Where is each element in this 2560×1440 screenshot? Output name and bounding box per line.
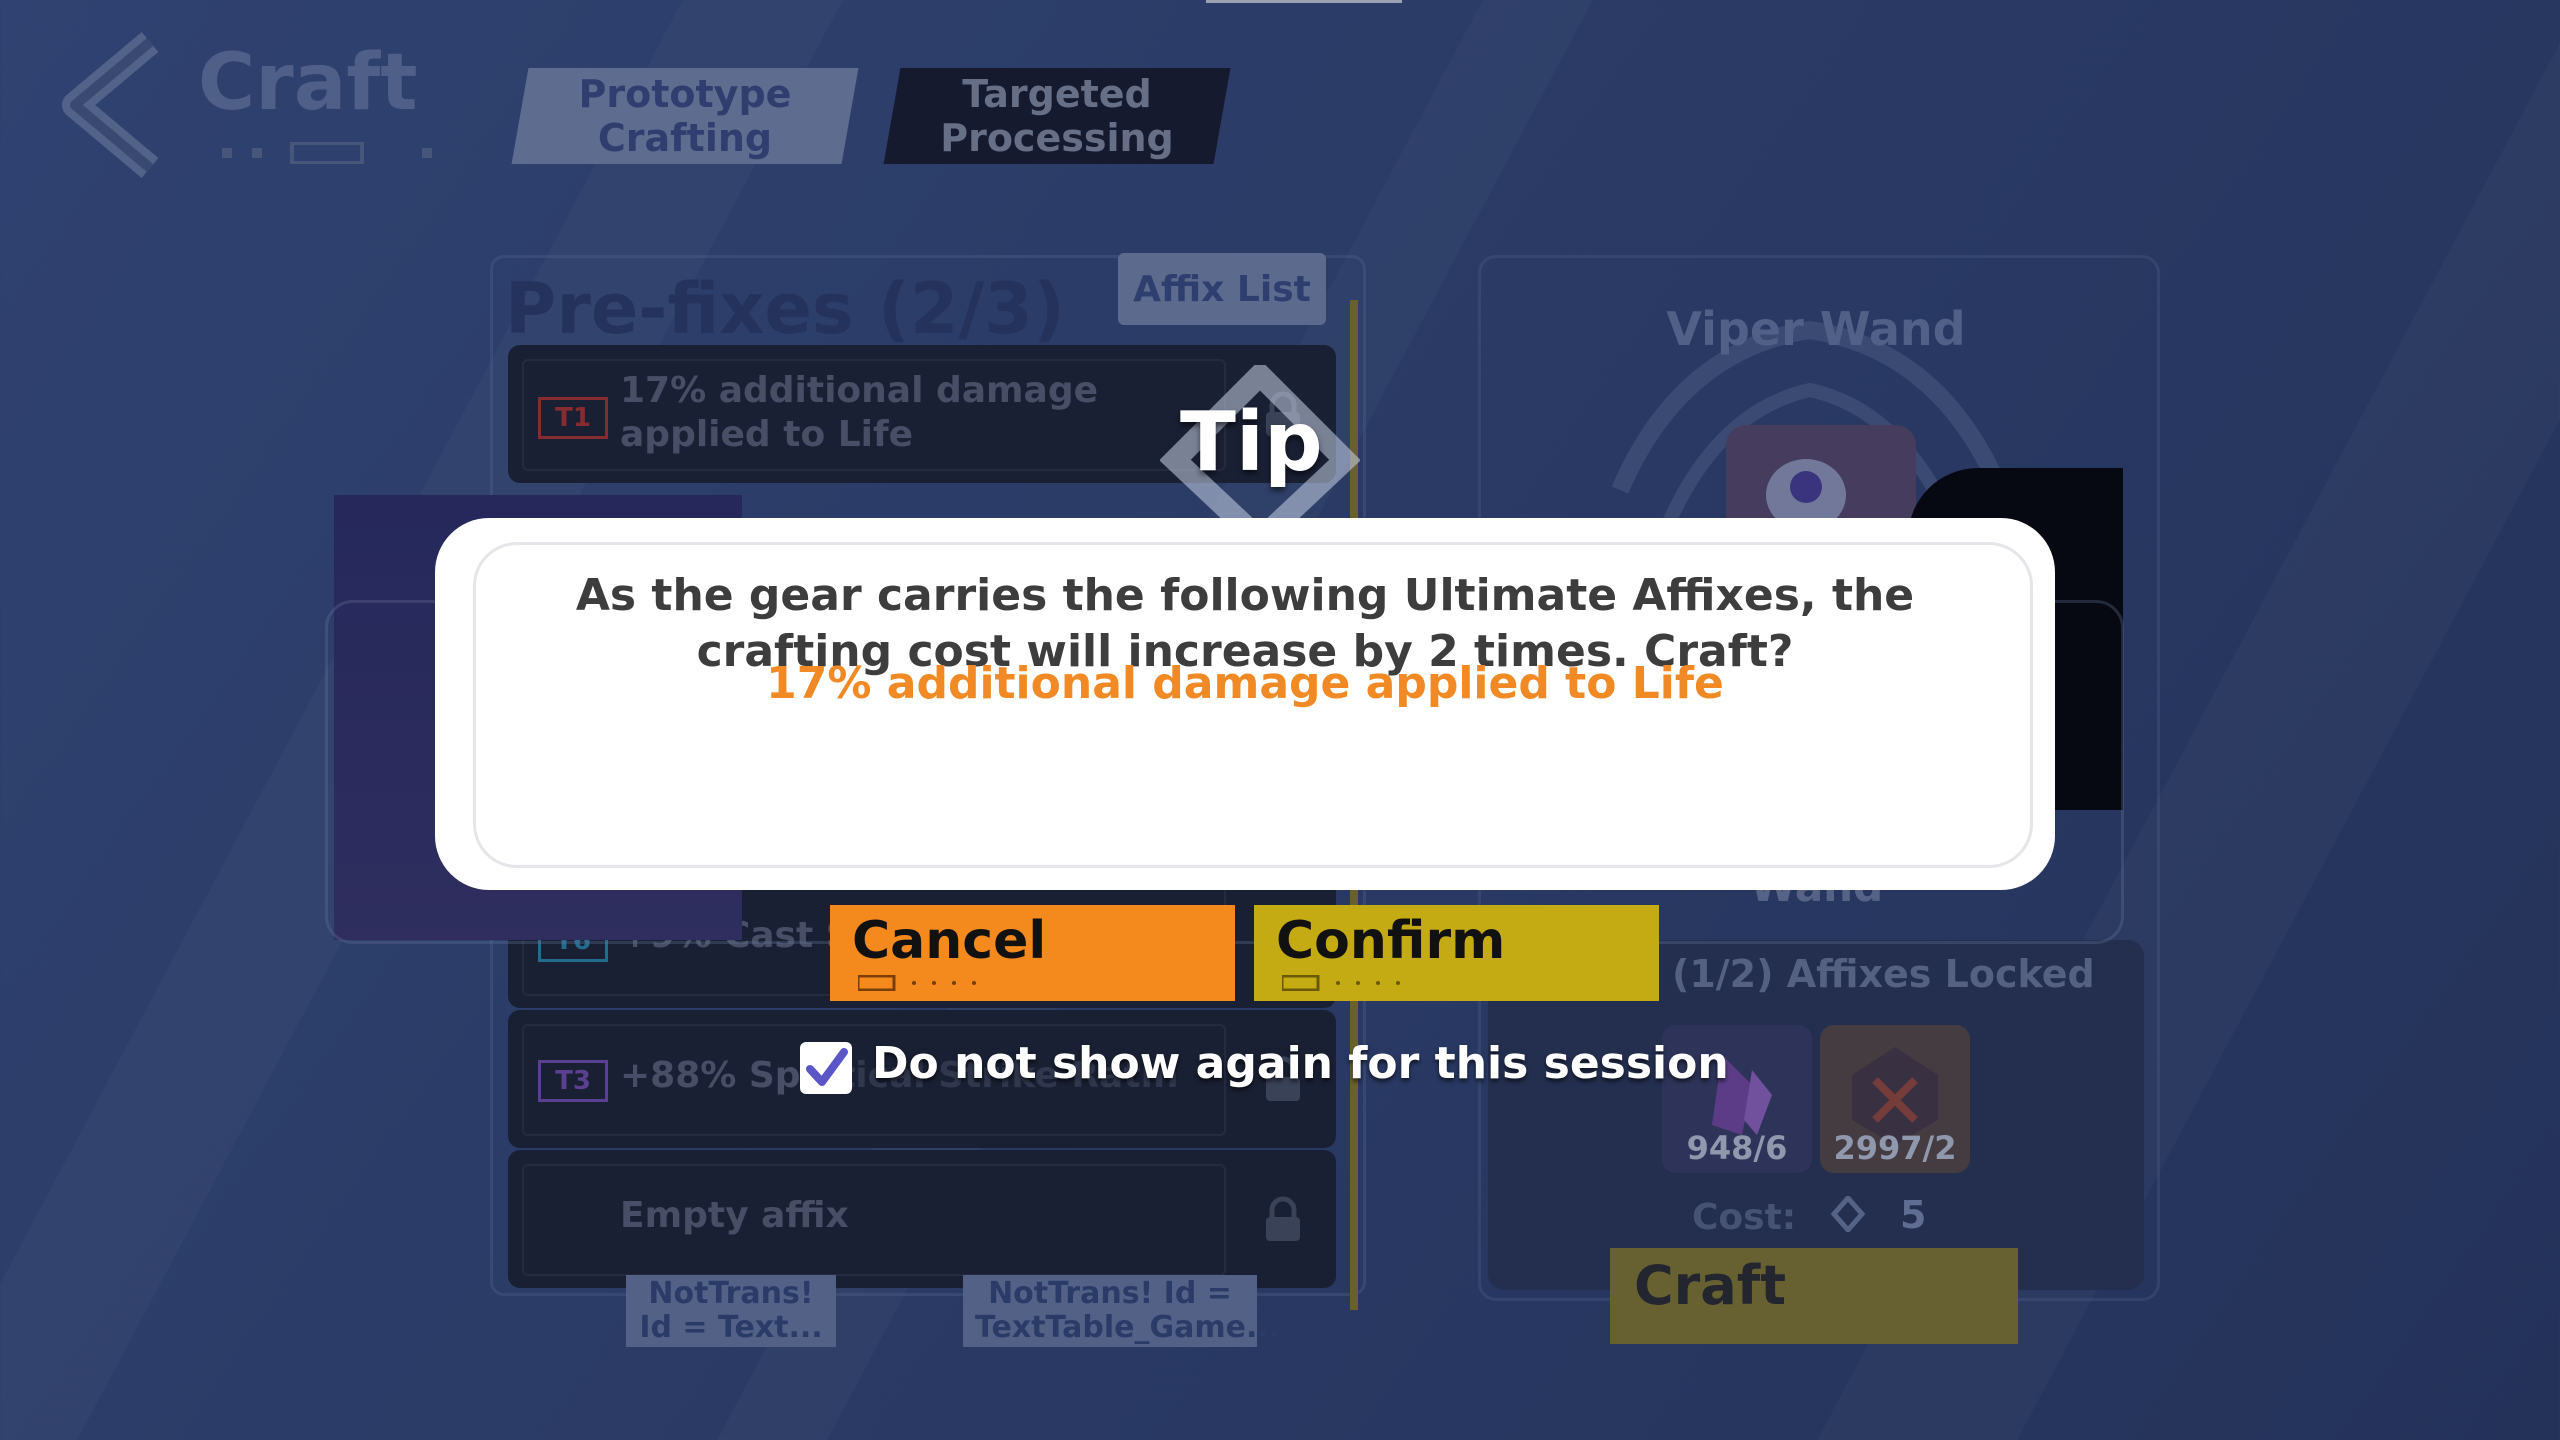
confirm-button[interactable]: Confirm [1254,905,1659,1001]
tip-dialog: As the gear carries the following Ultima… [435,518,2055,890]
checkmark-icon [806,1048,848,1086]
dont-show-again-checkbox[interactable] [800,1042,852,1094]
cancel-button[interactable]: Cancel [830,905,1235,1001]
dialog-title: Tip [1180,395,1323,490]
dialog-affix-highlight: 17% additional damage applied to Life [766,658,1724,709]
checkbox-label[interactable]: Do not show again for this session [872,1038,1729,1089]
button-decoration [858,975,976,991]
button-decoration [1282,975,1400,991]
